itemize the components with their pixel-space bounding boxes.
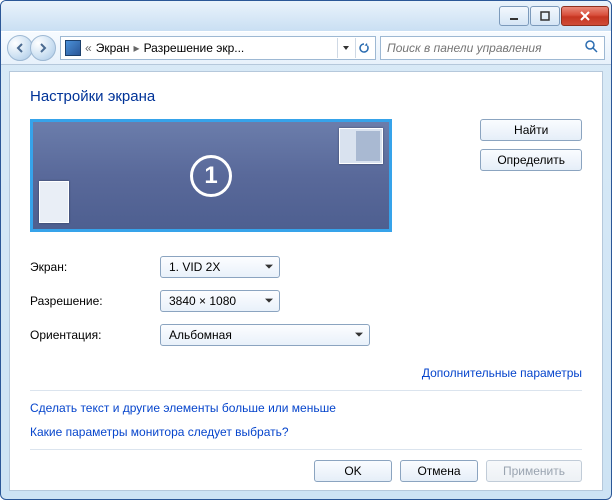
control-panel-icon — [65, 40, 81, 56]
chevron-right-icon: ▸ — [134, 41, 140, 55]
cancel-button[interactable]: Отмена — [400, 460, 478, 482]
search-input[interactable] — [387, 41, 577, 55]
titlebar[interactable] — [1, 1, 611, 31]
navbar: « Экран ▸ Разрешение экр... — [1, 31, 611, 65]
refresh-icon[interactable] — [355, 38, 371, 58]
preview-thumb — [339, 128, 383, 164]
search-icon[interactable] — [584, 39, 598, 58]
preview-thumb — [39, 181, 69, 223]
advanced-settings-link[interactable]: Дополнительные параметры — [422, 366, 582, 380]
content-pane: Настройки экрана 1 Найти Определить Экра… — [9, 71, 603, 491]
dialog-footer: OK Отмена Применить — [30, 449, 582, 482]
breadcrumb[interactable]: « Экран ▸ Разрешение экр... — [60, 36, 376, 60]
resolution-label: Разрешение: — [30, 294, 160, 308]
maximize-button[interactable] — [530, 6, 560, 26]
monitor-number-badge: 1 — [190, 155, 232, 197]
breadcrumb-item[interactable]: Разрешение экр... — [144, 41, 245, 55]
search-box[interactable] — [380, 36, 605, 60]
forward-button[interactable] — [30, 35, 56, 61]
screen-select[interactable]: 1. VID 2X — [160, 256, 280, 278]
apply-button[interactable]: Применить — [486, 460, 582, 482]
chevron-left-icon: « — [85, 41, 92, 55]
settings-form: Экран: 1. VID 2X Разрешение: 3840 × 1080… — [30, 256, 582, 358]
orientation-label: Ориентация: — [30, 328, 160, 342]
minimize-button[interactable] — [499, 6, 529, 26]
find-button[interactable]: Найти — [480, 119, 582, 141]
close-button[interactable] — [561, 6, 609, 26]
monitor-preview[interactable]: 1 — [30, 119, 392, 232]
resolution-select[interactable]: 3840 × 1080 — [160, 290, 280, 312]
identify-button[interactable]: Определить — [480, 149, 582, 171]
ok-button[interactable]: OK — [314, 460, 392, 482]
window: « Экран ▸ Разрешение экр... Настройки эк… — [0, 0, 612, 500]
breadcrumb-item[interactable]: Экран — [96, 41, 130, 55]
page-title: Настройки экрана — [30, 88, 582, 105]
breadcrumb-dropdown-icon[interactable] — [337, 38, 353, 58]
screen-label: Экран: — [30, 260, 160, 274]
orientation-select[interactable]: Альбомная — [160, 324, 370, 346]
text-size-link[interactable]: Сделать текст и другие элементы больше и… — [30, 401, 582, 415]
which-settings-link[interactable]: Какие параметры монитора следует выбрать… — [30, 425, 582, 439]
